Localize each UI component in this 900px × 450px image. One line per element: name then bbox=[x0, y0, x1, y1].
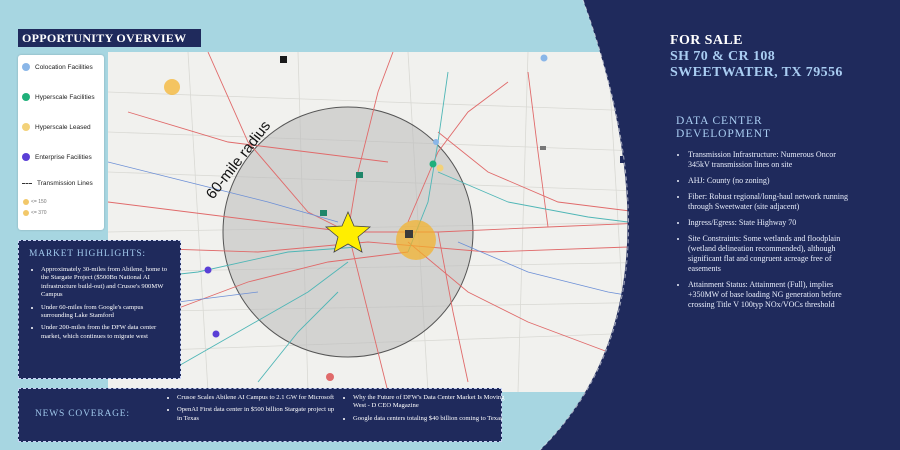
legend-label: Transmission Lines bbox=[37, 180, 93, 187]
legend-item-hyperscale[interactable]: Hyperscale Facilities bbox=[22, 93, 95, 101]
market-highlights-box: MARKET HIGHLIGHTS: Approximately 30-mile… bbox=[18, 240, 181, 379]
development-list: Transmission Infrastructure: Numerous On… bbox=[676, 150, 848, 316]
enterprise-dot-icon bbox=[22, 153, 30, 161]
legend-label: Enterprise Facilities bbox=[35, 153, 92, 161]
list-item: Under 200-miles from the DFW data center… bbox=[41, 324, 172, 341]
transmission-dash-icon bbox=[22, 183, 32, 184]
overview-title: OPPORTUNITY OVERVIEW bbox=[18, 29, 201, 47]
hyperscale-dot-icon bbox=[22, 93, 30, 101]
news-coverage-box: NEWS COVERAGE: Crusoe Scales Abilene AI … bbox=[18, 388, 505, 442]
news-col-2: Why the Future of DFW's Data Center Mark… bbox=[341, 394, 513, 427]
news-link[interactable]: Crusoe Scales Abilene AI Campus to 2.1 G… bbox=[177, 394, 337, 402]
list-item: Fiber: Robust regional/long-haul network… bbox=[688, 192, 848, 212]
market-highlights-list: Approximately 30-miles from Abilene, hom… bbox=[29, 266, 172, 341]
news-col-1: Crusoe Scales Abilene AI Campus to 2.1 G… bbox=[165, 394, 337, 427]
list-item: Ingress/Egress: State Highway 70 bbox=[688, 218, 848, 228]
legend-item-transmission[interactable]: Transmission Lines bbox=[22, 180, 93, 187]
legend-label: Hyperscale Facilities bbox=[35, 93, 95, 101]
legend-item-colocation[interactable]: Colocation Facilities bbox=[22, 63, 93, 71]
size-dot-icon bbox=[23, 210, 29, 216]
for-sale-label: FOR SALE bbox=[670, 33, 743, 48]
hyperscale-leased-dot-icon bbox=[22, 123, 30, 131]
page: 60-mile radius OPPORTUNITY OVERVIEW Colo… bbox=[0, 0, 900, 450]
news-link[interactable]: Why the Future of DFW's Data Center Mark… bbox=[353, 394, 513, 411]
news-link[interactable]: Google data centers totaling $40 billion… bbox=[353, 415, 513, 423]
listing-title: FOR SALE SH 70 & CR 108 SWEETWATER, TX 7… bbox=[670, 33, 843, 81]
size-label: <= 370 bbox=[31, 210, 47, 216]
legend-size-large: <= 370 bbox=[23, 210, 47, 216]
legend-size-small: <= 150 bbox=[23, 199, 47, 205]
news-link[interactable]: OpenAI First data center in $500 billion… bbox=[177, 406, 337, 423]
city-line: SWEETWATER, TX 79556 bbox=[670, 65, 843, 80]
address-line: SH 70 & CR 108 bbox=[670, 49, 776, 64]
list-item: Site Constraints: Some wetlands and floo… bbox=[688, 234, 848, 274]
list-item: Transmission Infrastructure: Numerous On… bbox=[688, 150, 848, 170]
legend-label: Colocation Facilities bbox=[35, 63, 93, 71]
size-label: <= 150 bbox=[31, 199, 47, 205]
legend-item-hyperscale-leased[interactable]: Hyperscale Leased bbox=[22, 123, 91, 131]
list-item: Approximately 30-miles from Abilene, hom… bbox=[41, 266, 172, 300]
list-item: Attainment Status: Attainment (Full), im… bbox=[688, 280, 848, 310]
legend-label: Hyperscale Leased bbox=[35, 123, 91, 131]
list-item: Under 60-miles from Google's campus surr… bbox=[41, 304, 172, 321]
size-dot-icon bbox=[23, 199, 29, 205]
map-legend: Colocation Facilities Hyperscale Facilit… bbox=[18, 55, 104, 230]
colocation-dot-icon bbox=[22, 63, 30, 71]
news-coverage-title: NEWS COVERAGE: bbox=[35, 409, 130, 419]
development-heading-line1: DATA CENTER bbox=[676, 115, 763, 127]
development-heading: DATA CENTER DEVELOPMENT bbox=[676, 115, 771, 141]
market-highlights-title: MARKET HIGHLIGHTS: bbox=[29, 249, 146, 259]
legend-item-enterprise[interactable]: Enterprise Facilities bbox=[22, 153, 92, 161]
list-item: AHJ: County (no zoning) bbox=[688, 176, 848, 186]
development-heading-line2: DEVELOPMENT bbox=[676, 128, 771, 140]
